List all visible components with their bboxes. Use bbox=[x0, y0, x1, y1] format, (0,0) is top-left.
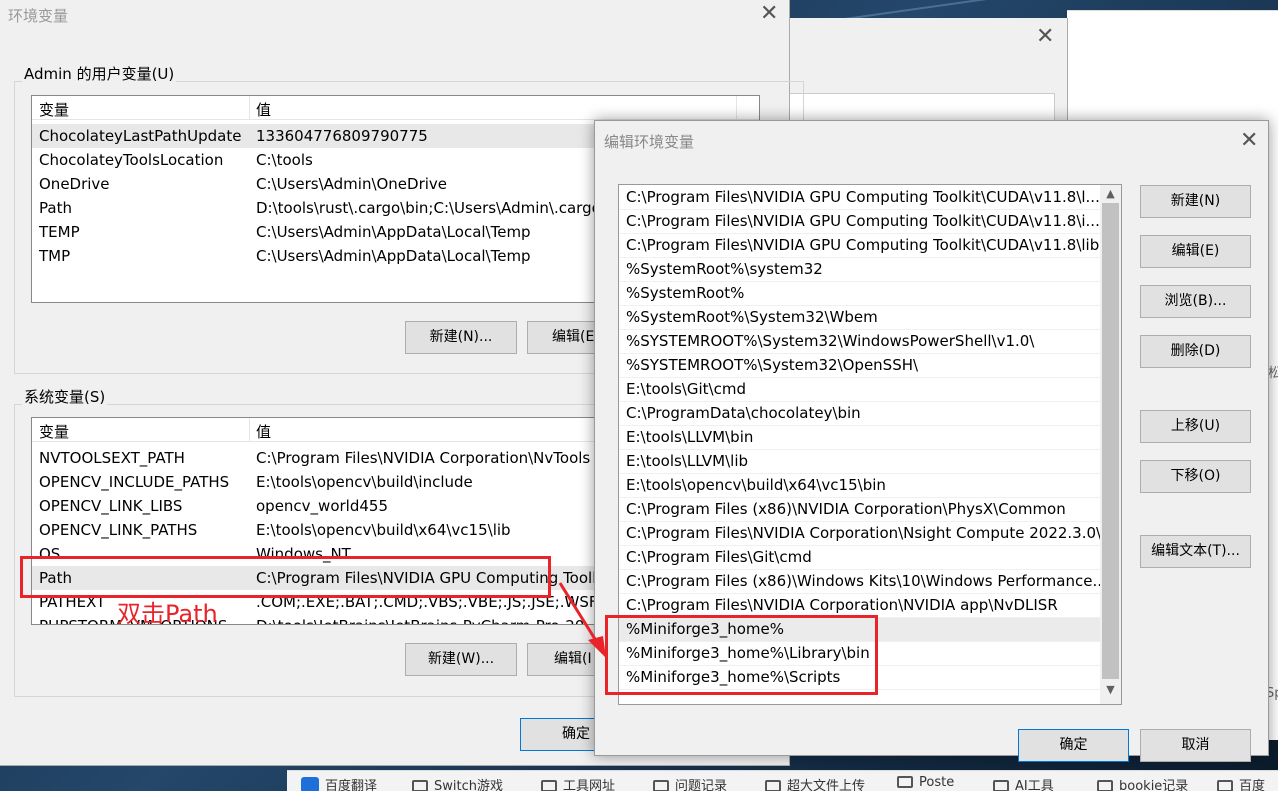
annotation-arrow bbox=[558, 582, 606, 658]
